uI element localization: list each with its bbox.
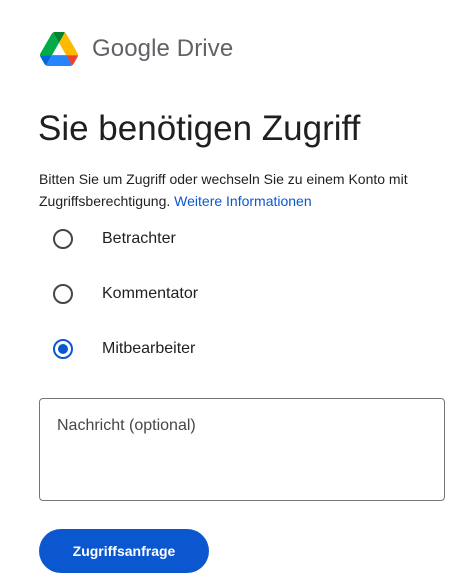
radio-button-viewer[interactable]: [53, 229, 73, 249]
role-option-commenter[interactable]: Kommentator: [53, 281, 198, 307]
google-drive-icon: [40, 32, 78, 66]
role-option-viewer[interactable]: Betrachter: [53, 226, 198, 252]
radio-button-editor[interactable]: [53, 339, 73, 359]
request-access-button[interactable]: Zugriffsanfrage: [39, 529, 209, 573]
logo-row: Google Drive: [40, 30, 233, 68]
role-option-editor[interactable]: Mitbearbeiter: [53, 336, 198, 362]
role-label-commenter: Kommentator: [102, 285, 199, 302]
page-title: Sie benötigen Zugriff: [38, 109, 361, 148]
message-input[interactable]: [39, 398, 445, 501]
role-label-viewer: Betrachter: [102, 230, 176, 247]
brand-name: Google Drive: [92, 35, 234, 62]
learn-more-link[interactable]: Weitere Informationen: [174, 193, 311, 209]
role-label-editor: Mitbearbeiter: [102, 340, 196, 357]
access-role-radio-group: Betrachter Kommentator Mitbearbeiter: [53, 226, 198, 391]
request-access-page: Google Drive Sie benötigen Zugriff Bitte…: [0, 0, 467, 578]
access-description: Bitten Sie um Zugriff oder wechseln Sie …: [39, 168, 449, 212]
radio-button-commenter[interactable]: [53, 284, 73, 304]
